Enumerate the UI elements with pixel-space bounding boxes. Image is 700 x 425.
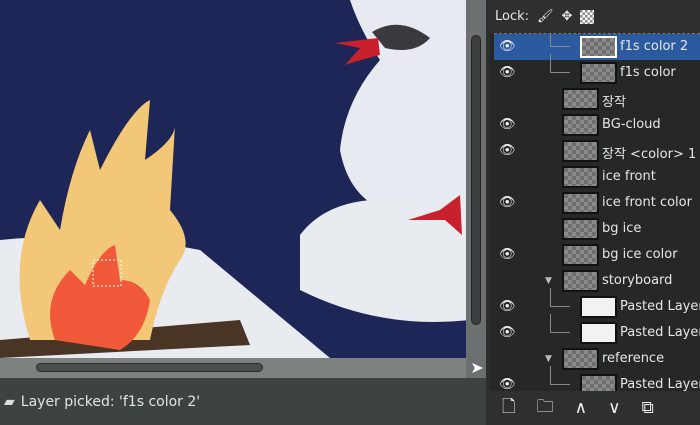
layer-thumbnail xyxy=(562,140,599,162)
layer-name: f1s color 2 xyxy=(620,39,689,54)
expand-triangle-icon[interactable]: ▼ xyxy=(545,354,552,364)
layer-thumbnail xyxy=(580,36,617,58)
layer-thumbnail xyxy=(580,296,617,318)
eye-icon[interactable]: 👁 xyxy=(499,39,516,55)
layer-row[interactable]: 👁 Pasted Layer xyxy=(494,288,700,320)
layer-actions: 🗋 🗀 ∧ ∨ ⧉ xyxy=(490,391,700,425)
layer-thumbnail xyxy=(562,244,599,266)
layer-thumbnail xyxy=(580,62,617,84)
layer-list[interactable]: 👁 f1s color 2 👁 f1s color 장작 👁 BG-cloud 👁 장작 <co… xyxy=(494,33,700,391)
layer-row[interactable]: 👁 장작 <color> 1 xyxy=(494,138,700,164)
tree-line xyxy=(550,366,570,385)
vertical-scrollbar[interactable] xyxy=(466,0,488,378)
layer-name: reference xyxy=(602,351,665,366)
layer-stack-icon: ▰ xyxy=(4,393,15,410)
layer-thumbnail xyxy=(580,374,617,391)
tree-line xyxy=(550,34,570,47)
eye-icon[interactable]: 👁 xyxy=(499,299,516,315)
layer-name: Pasted Layer xyxy=(620,377,700,391)
alpha-checker-icon[interactable] xyxy=(580,9,595,24)
lower-layer-icon[interactable]: ∨ xyxy=(608,398,620,418)
layer-row[interactable]: ice front xyxy=(494,164,700,190)
layer-name: storyboard xyxy=(602,273,673,288)
navigate-icon[interactable]: ➤ xyxy=(466,358,488,378)
tree-line xyxy=(550,54,570,73)
layer-row[interactable]: 👁 ice front color xyxy=(494,190,700,216)
layer-name: Pasted Layer xyxy=(620,299,700,314)
layer-row[interactable]: 👁 bg ice color xyxy=(494,242,700,268)
status-bar: ▰ Layer picked: 'f1s color 2' xyxy=(0,378,486,425)
layer-name: ice front color xyxy=(602,195,692,210)
layers-panel: Lock: 🖌 ✥ 👁 f1s color 2 👁 f1s color 장작 👁 BG-cl… xyxy=(490,0,700,425)
layer-row[interactable]: 👁 f1s color xyxy=(494,54,700,86)
eye-icon[interactable]: 👁 xyxy=(499,65,516,81)
duplicate-layer-icon[interactable]: ⧉ xyxy=(642,398,654,418)
layer-name: bg ice color xyxy=(602,247,678,262)
lock-bar: Lock: 🖌 ✥ xyxy=(490,0,700,33)
eye-icon[interactable]: 👁 xyxy=(499,143,516,159)
layer-name: Pasted Layer xyxy=(620,325,700,340)
horizontal-scrollbar[interactable] xyxy=(0,358,466,378)
layer-thumbnail xyxy=(562,192,599,214)
layer-thumbnail xyxy=(562,88,599,110)
layer-name: 장작 <color> 1 xyxy=(602,147,697,162)
eye-icon[interactable]: 👁 xyxy=(499,325,516,341)
artwork xyxy=(0,0,466,358)
layer-thumbnail xyxy=(562,218,599,240)
layer-row[interactable]: 👁 Pasted Layer xyxy=(494,366,700,391)
bird-beak xyxy=(335,38,380,65)
layer-name: 장작 xyxy=(602,95,626,110)
status-message: Layer picked: 'f1s color 2' xyxy=(20,393,201,410)
expand-triangle-icon[interactable]: ▼ xyxy=(545,276,552,286)
layer-name: f1s color xyxy=(620,65,676,80)
eye-icon[interactable]: 👁 xyxy=(499,247,516,263)
eye-icon[interactable]: 👁 xyxy=(499,195,516,211)
layer-row[interactable]: 👁 Pasted Layer xyxy=(494,314,700,346)
layer-row[interactable]: ▼ storyboard xyxy=(494,268,700,294)
tree-line xyxy=(550,288,570,307)
layer-row[interactable]: 장작 xyxy=(494,86,700,112)
new-group-icon[interactable]: 🗀 xyxy=(537,394,554,423)
layer-row[interactable]: 👁 f1s color 2 xyxy=(494,34,700,60)
eye-icon[interactable]: 👁 xyxy=(499,377,516,391)
tree-line xyxy=(550,314,570,333)
layer-name: BG-cloud xyxy=(602,117,661,132)
layer-name: bg ice xyxy=(602,221,642,236)
new-layer-icon[interactable]: 🗋 xyxy=(502,394,516,423)
horizontal-scroll-thumb[interactable] xyxy=(36,363,263,372)
layer-name: ice front xyxy=(602,169,656,184)
layer-thumbnail xyxy=(562,166,599,188)
paintbrush-icon[interactable]: 🖌 xyxy=(537,9,554,24)
layer-thumbnail xyxy=(580,322,617,344)
layer-thumbnail xyxy=(562,114,599,136)
move-icon[interactable]: ✥ xyxy=(562,9,573,24)
layer-row[interactable]: bg ice xyxy=(494,216,700,242)
vertical-scroll-thumb[interactable] xyxy=(471,35,481,325)
layer-row[interactable]: 👁 BG-cloud xyxy=(494,112,700,138)
image-canvas[interactable] xyxy=(0,0,466,358)
eye-icon[interactable]: 👁 xyxy=(499,117,516,133)
lock-label: Lock: xyxy=(495,9,530,24)
raise-layer-icon[interactable]: ∧ xyxy=(575,398,587,418)
layer-row[interactable]: ▼ reference xyxy=(494,346,700,372)
